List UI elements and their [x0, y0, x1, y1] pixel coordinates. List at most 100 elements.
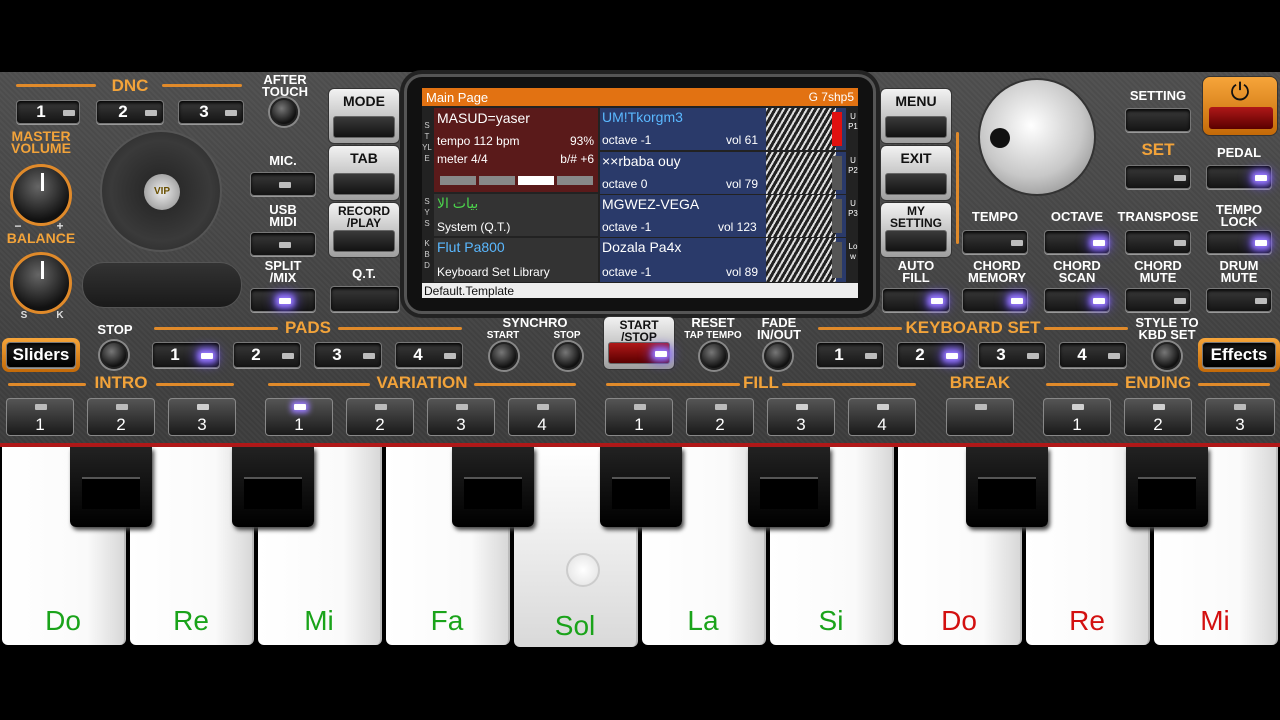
qt-button[interactable]	[330, 286, 400, 312]
upper-2-panel[interactable]: ××rbaba ouy octave 0 vol 79	[600, 152, 846, 194]
break-button[interactable]	[946, 398, 1014, 436]
chord-memory-label: CHORD MEMORY	[967, 258, 1027, 285]
record-play-button[interactable]: RECORD /PLAY	[328, 202, 400, 258]
touch-strip[interactable]	[82, 262, 242, 308]
intro-button-2[interactable]: 2	[87, 398, 155, 436]
octave-button[interactable]	[1044, 230, 1110, 254]
ending-button-1[interactable]: 1	[1043, 398, 1111, 436]
exit-button[interactable]: EXIT	[880, 145, 952, 201]
balance-plus: +	[56, 219, 64, 233]
black-key-do-sharp-2[interactable]	[966, 447, 1048, 527]
after-touch-button[interactable]	[270, 98, 298, 126]
fill-label: FILL	[743, 373, 779, 392]
black-key-la-sharp[interactable]	[748, 447, 830, 527]
variation-line-left	[268, 383, 370, 386]
tab-button[interactable]: TAB	[328, 145, 400, 201]
synchro-stop-button[interactable]	[554, 342, 582, 370]
pad-button-3[interactable]: 3	[314, 342, 382, 368]
app-root: DNC AFTER TOUCH 1 2 3 MASTER VOLUME BALA…	[0, 0, 1280, 720]
tempo-lock-button[interactable]	[1206, 230, 1272, 254]
menu-button[interactable]: MENU	[880, 88, 952, 144]
start-stop-button[interactable]: START /STOP	[603, 316, 675, 370]
chord-mute-button[interactable]	[1125, 288, 1191, 312]
power-panel[interactable]: ⏻	[1202, 76, 1278, 136]
fill-button-1[interactable]: 1	[605, 398, 673, 436]
kbd-set-button-2[interactable]: 2	[897, 342, 965, 368]
master-volume-knob[interactable]	[10, 164, 72, 226]
tempo-button[interactable]	[962, 230, 1028, 254]
fill-button-2[interactable]: 2	[686, 398, 754, 436]
pads-stop-button[interactable]	[100, 341, 128, 369]
fill-led-2	[715, 404, 727, 410]
setting-button[interactable]	[1125, 108, 1191, 132]
chord-scan-button[interactable]	[1044, 288, 1110, 312]
style-panel[interactable]: MASUD=yaser tempo 112 bpm 93% meter 4/4 …	[434, 108, 598, 192]
reset-tap-tempo-button[interactable]	[700, 342, 728, 370]
sliders-button[interactable]: Sliders	[6, 342, 76, 368]
split-mix-button[interactable]	[250, 288, 316, 312]
usb-midi-button[interactable]	[250, 232, 316, 256]
style-to-kbd-button[interactable]	[1153, 342, 1181, 370]
lower-panel[interactable]: Dozala Pa4x octave -1 vol 89	[600, 238, 846, 282]
pad-button-4[interactable]: 4	[395, 342, 463, 368]
black-key-do-sharp[interactable]	[70, 447, 152, 527]
balance-knob[interactable]	[10, 252, 72, 314]
fade-button[interactable]	[764, 342, 792, 370]
data-dial[interactable]	[978, 78, 1096, 196]
power-icon: ⏻	[1230, 79, 1250, 106]
upper-3-panel[interactable]: MGWEZ-VEGA octave -1 vol 123	[600, 195, 846, 237]
dnc-button-2[interactable]: 2	[96, 100, 164, 124]
balance-minus: −	[14, 219, 22, 233]
display-footer: Default.Template	[422, 283, 858, 298]
effects-button[interactable]: Effects	[1202, 342, 1276, 368]
kbd-panel[interactable]: Flut Pa800 Keyboard Set Library	[434, 238, 598, 282]
pedal-button[interactable]	[1206, 165, 1272, 189]
black-key-re-sharp[interactable]	[232, 447, 314, 527]
dnc-button-3[interactable]: 3	[178, 100, 244, 124]
kbd-set-button-3[interactable]: 3	[978, 342, 1046, 368]
synchro-stop-label: STOP	[553, 330, 581, 341]
mic-led	[279, 182, 291, 188]
intro-button-1[interactable]: 1	[6, 398, 74, 436]
beat-2	[479, 176, 515, 185]
pad-button-2[interactable]: 2	[233, 342, 301, 368]
black-key-re-sharp-2[interactable]	[1126, 447, 1208, 527]
transpose-button[interactable]	[1125, 230, 1191, 254]
auto-fill-led	[931, 298, 943, 304]
intro-button-3[interactable]: 3	[168, 398, 236, 436]
kbd-sub: Keyboard Set Library	[437, 265, 550, 279]
set-button[interactable]	[1125, 165, 1191, 189]
upper-3-name: MGWEZ-VEGA	[602, 196, 700, 212]
ending-led-1	[1072, 404, 1084, 410]
black-key-sol-sharp[interactable]	[600, 447, 682, 527]
jog-wheel[interactable]: VIP	[100, 130, 222, 252]
auto-fill-button[interactable]	[882, 288, 950, 312]
variation-button-1[interactable]: 1	[265, 398, 333, 436]
upper-2-name: ××rbaba ouy	[602, 153, 681, 169]
chord-memory-button[interactable]	[962, 288, 1028, 312]
drum-mute-button[interactable]	[1206, 288, 1272, 312]
kbd-name: Flut Pa800	[437, 239, 505, 255]
variation-button-4[interactable]: 4	[508, 398, 576, 436]
kbd-set-button-1[interactable]: 1	[816, 342, 884, 368]
variation-button-3[interactable]: 3	[427, 398, 495, 436]
kbd-set-led-3	[1027, 353, 1039, 359]
sys-panel[interactable]: بيات الا System (Q.T.)	[434, 194, 598, 236]
upper-1-panel[interactable]: UM!Tkorgm3 octave -1 vol 61	[600, 108, 846, 150]
fill-button-3[interactable]: 3	[767, 398, 835, 436]
ending-button-3[interactable]: 3	[1205, 398, 1275, 436]
mic-button[interactable]	[250, 172, 316, 196]
my-setting-button[interactable]: MY SETTING	[880, 202, 952, 258]
display-code: G 7shp5	[808, 90, 854, 104]
dnc-button-1[interactable]: 1	[16, 100, 80, 124]
pad-button-1[interactable]: 1	[152, 342, 220, 368]
ending-button-2[interactable]: 2	[1124, 398, 1192, 436]
synchro-start-button[interactable]	[490, 342, 518, 370]
black-key-fa-sharp[interactable]	[452, 447, 534, 527]
variation-button-2[interactable]: 2	[346, 398, 414, 436]
dnc-led-2	[145, 110, 157, 116]
mode-button[interactable]: MODE	[328, 88, 400, 144]
fill-button-4[interactable]: 4	[848, 398, 916, 436]
tempo-lock-led	[1255, 240, 1267, 246]
kbd-set-button-4[interactable]: 4	[1059, 342, 1127, 368]
